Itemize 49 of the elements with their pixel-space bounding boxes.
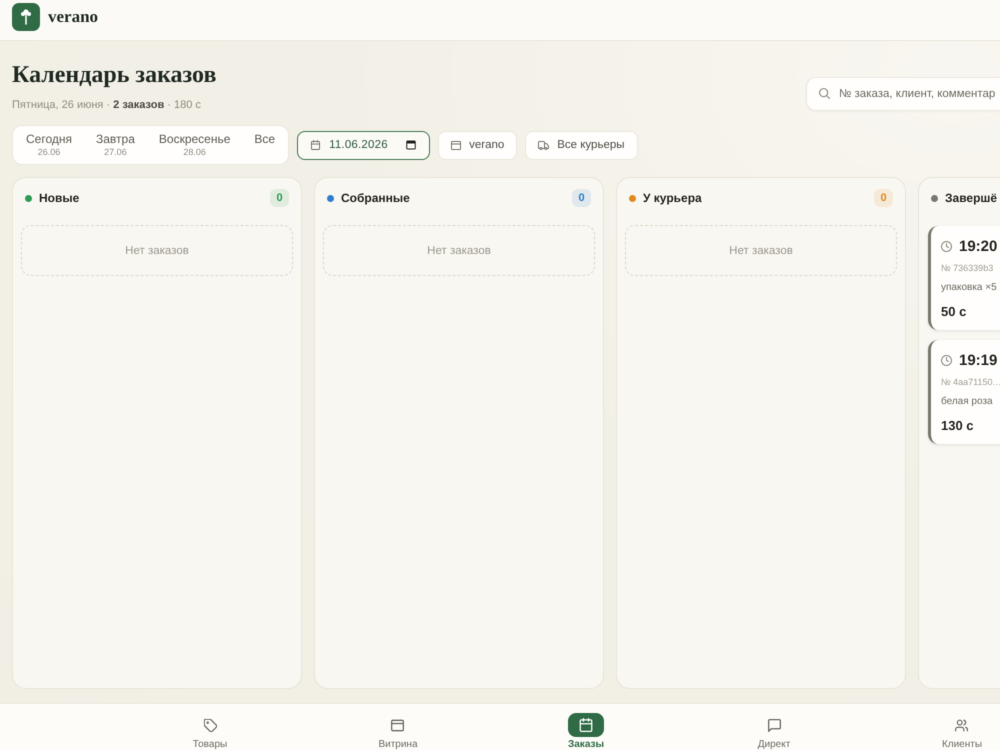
calendar-icon[interactable]	[406, 140, 416, 150]
empty-state: Нет заказов	[625, 225, 897, 276]
filter-button[interactable]: Все курьеры	[525, 130, 638, 160]
window-icon	[451, 140, 462, 150]
people-icon	[955, 718, 968, 732]
column-title: Собранные	[341, 191, 410, 205]
nav-tab[interactable]: Витрина	[374, 704, 422, 750]
tree-icon	[12, 3, 40, 31]
order-items: упаковка ×5	[941, 281, 997, 294]
column-title: Завершё	[945, 191, 998, 205]
order-time: 19:19	[959, 352, 998, 368]
brand-name: verano	[48, 6, 98, 28]
page-subtitle: Пятница, 26 июня · 2 заказов · 180 с	[12, 98, 202, 113]
tag-icon	[204, 718, 216, 732]
count-badge: 0	[270, 189, 289, 207]
search-icon	[819, 88, 830, 99]
order-number: № 4aa71150…	[941, 376, 1000, 388]
order-items: белая роза	[941, 395, 993, 408]
chat-icon	[768, 718, 780, 732]
day-tab[interactable]: Завтра 27.06	[87, 129, 144, 161]
window-icon	[391, 718, 404, 732]
order-number: № 736339b3	[941, 262, 994, 274]
clock-icon	[941, 354, 952, 366]
order-total: 50 с	[941, 304, 966, 320]
nav-tab[interactable]: Директ	[754, 704, 794, 750]
nav-tab[interactable]: Товары	[188, 704, 232, 750]
column-title: Новые	[39, 191, 80, 205]
column-title: У курьера	[643, 191, 702, 205]
filter-button[interactable]: verano	[438, 130, 518, 160]
date-field[interactable]: 11.06.2026	[297, 130, 430, 160]
order-total: 130 с	[941, 418, 974, 434]
nav-tab[interactable]: Заказы	[564, 704, 608, 750]
truck-icon	[538, 140, 550, 150]
order-card[interactable]: 19:20 № 736339b3 упаковка ×5 50 с	[928, 226, 1000, 330]
calendar-icon	[311, 140, 320, 150]
clock-icon	[941, 240, 952, 252]
count-badge: 0	[874, 189, 893, 207]
calendar-icon	[568, 713, 604, 737]
order-card[interactable]: 19:19 № 4aa71150… белая роза 130 с	[928, 340, 1000, 444]
order-time: 19:20	[959, 238, 998, 254]
day-tab[interactable]: Сегодня 26.06	[17, 129, 81, 161]
search-field[interactable]: № заказа, клиент, комментар	[806, 77, 1000, 111]
nav-tab[interactable]: Клиенты	[938, 704, 986, 750]
empty-state: Нет заказов	[21, 225, 293, 276]
page-title: Календарь заказов	[12, 61, 216, 89]
day-tab[interactable]: Воскресенье 28.06	[150, 129, 240, 161]
count-badge: 0	[572, 189, 591, 207]
day-tab[interactable]: Все	[245, 129, 284, 150]
empty-state: Нет заказов	[323, 225, 595, 276]
